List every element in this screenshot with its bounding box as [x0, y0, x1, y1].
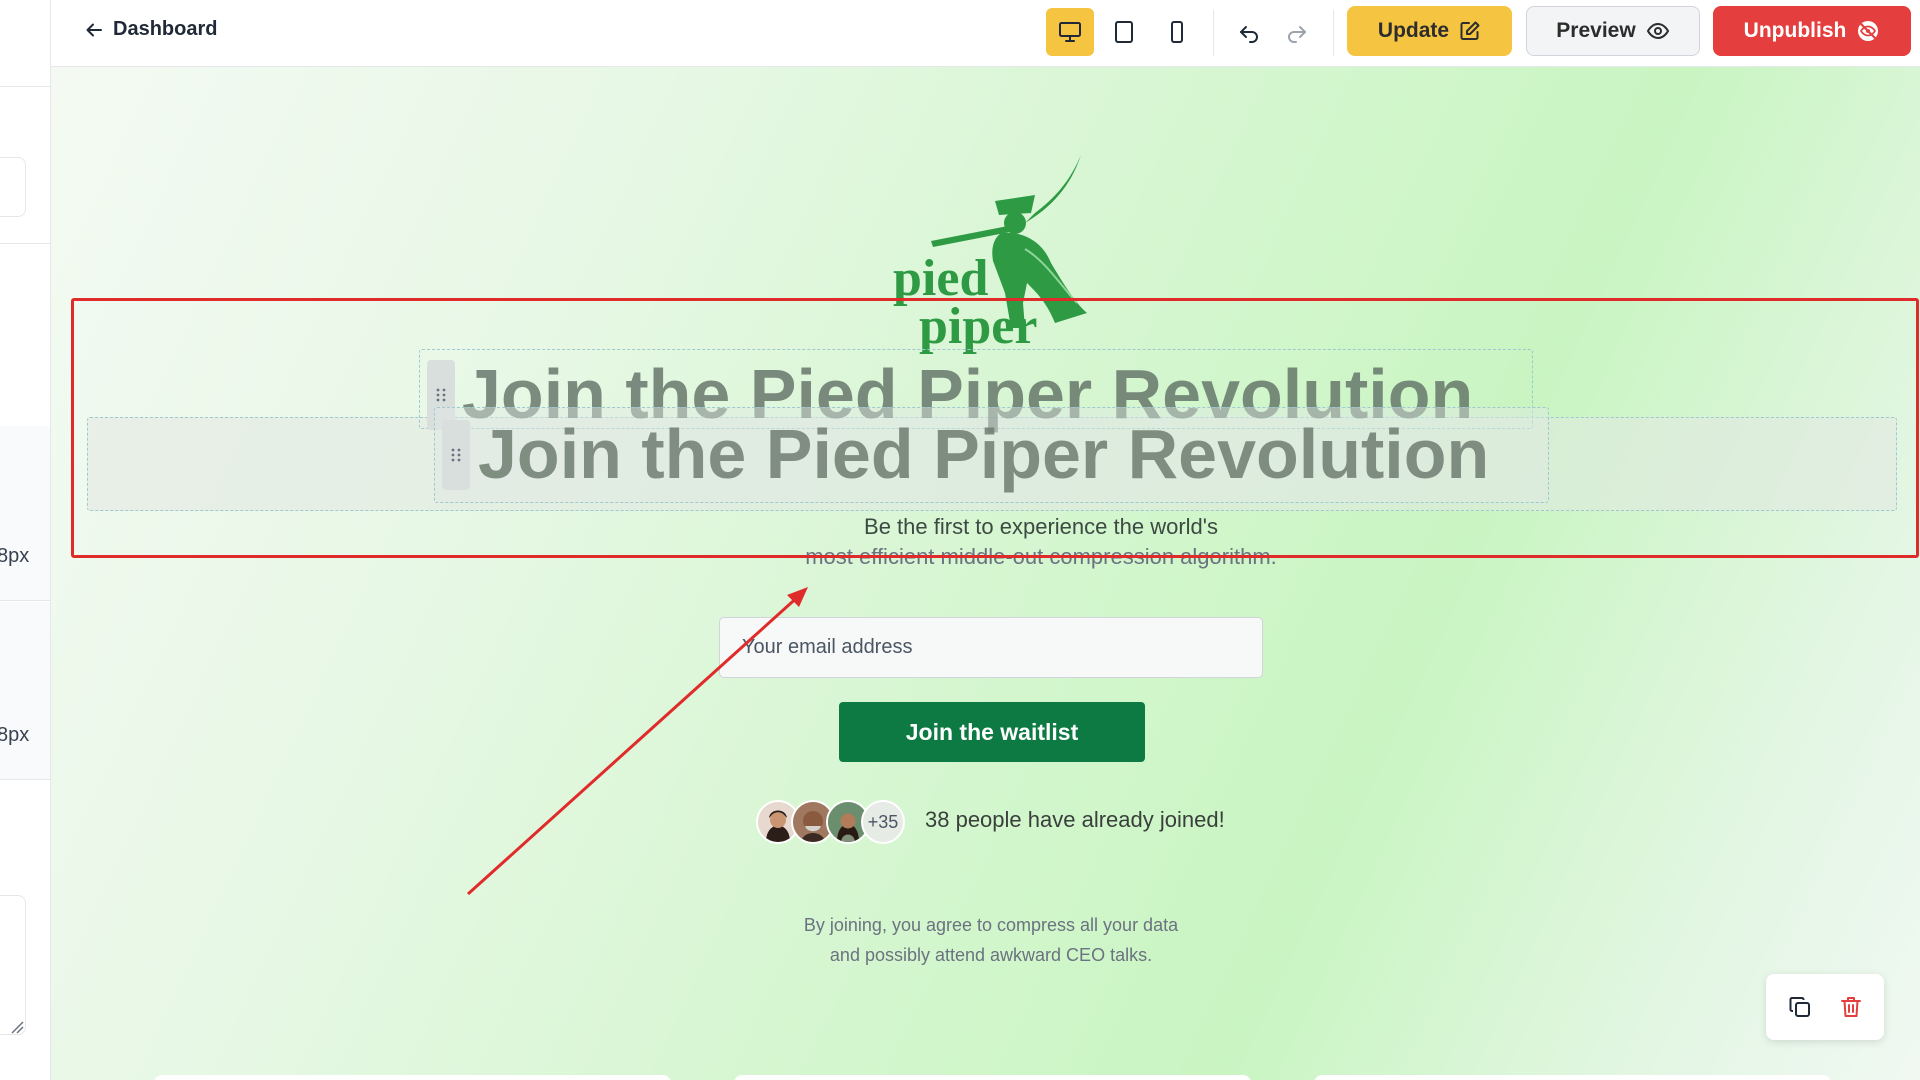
subtitle-line: Be the first to experience the world's [864, 514, 1218, 539]
eye-off-icon [1858, 21, 1879, 41]
feature-card [1314, 1075, 1831, 1080]
email-input[interactable] [719, 617, 1263, 678]
back-link-label: Dashboard [113, 18, 218, 40]
trash-icon [1840, 997, 1861, 1017]
editor-toolbar: Dashboard Update Preview Unpublish [51, 0, 1920, 67]
sidebar-section [0, 0, 50, 87]
device-tablet-button[interactable] [1100, 8, 1148, 56]
preview-button[interactable]: Preview [1526, 6, 1700, 56]
toolbar-divider [1213, 10, 1214, 56]
back-to-dashboard-link[interactable]: Dashboard [85, 18, 217, 41]
undo-icon [1240, 26, 1258, 43]
copy-icon [1789, 997, 1810, 1017]
edit-icon [1460, 21, 1480, 40]
disclaimer-text: By joining, you agree to compress all yo… [701, 910, 1281, 970]
sidebar-section [0, 426, 50, 601]
disclaimer-line: By joining, you agree to compress all yo… [803, 915, 1179, 935]
subtitle-line-struck: most efficient middle-out compression al… [805, 544, 1277, 569]
joined-count-text: 38 people have already joined! [925, 807, 1225, 832]
device-desktop-button[interactable] [1046, 8, 1094, 56]
feature-card [154, 1075, 671, 1080]
hero-subtitle: Be the first to experience the world's m… [651, 512, 1431, 572]
feature-card [734, 1075, 1251, 1080]
tablet-icon [1115, 21, 1133, 43]
resize-handle-icon[interactable] [10, 1020, 24, 1034]
redo-button[interactable] [1277, 12, 1317, 52]
unpublish-button-label: Unpublish [1743, 19, 1847, 42]
page-canvas: pied piper Join the Pied Piper Revolutio… [51, 67, 1920, 1080]
disclaimer-line: and possibly attend awkward CEO talks. [829, 945, 1153, 965]
update-button[interactable]: Update [1347, 6, 1512, 56]
sidebar-value: 8px [0, 724, 30, 746]
undo-button[interactable] [1229, 12, 1269, 52]
page-headline[interactable]: Join the Pied Piper Revolution [478, 414, 1489, 494]
monitor-icon [1059, 22, 1081, 42]
left-sidebar: 8px 8px [0, 0, 51, 1080]
preview-button-label: Preview [1556, 19, 1636, 42]
block-actions-toolbar [1766, 974, 1884, 1040]
arrow-left-icon [86, 23, 102, 36]
toolbar-divider [1333, 10, 1334, 56]
phone-icon [1171, 21, 1183, 43]
drag-handle-icon[interactable] [442, 420, 470, 490]
joined-avatars: +35 [756, 800, 905, 844]
logo-text-piper: piper [919, 298, 1037, 355]
duplicate-button[interactable] [1780, 987, 1820, 1027]
sidebar-section [0, 87, 50, 244]
unpublish-button[interactable]: Unpublish [1713, 6, 1911, 56]
more-count-badge: +35 [861, 800, 905, 844]
update-button-label: Update [1377, 19, 1450, 42]
sidebar-textarea[interactable] [0, 895, 26, 1035]
sidebar-section [0, 602, 50, 780]
pied-piper-logo: pied piper [893, 155, 1087, 355]
device-mobile-button[interactable] [1153, 8, 1201, 56]
join-waitlist-button[interactable]: Join the waitlist [839, 702, 1145, 762]
delete-button[interactable] [1831, 987, 1871, 1027]
eye-icon [1646, 22, 1669, 40]
redo-icon [1288, 26, 1306, 43]
sidebar-value: 8px [0, 545, 30, 567]
